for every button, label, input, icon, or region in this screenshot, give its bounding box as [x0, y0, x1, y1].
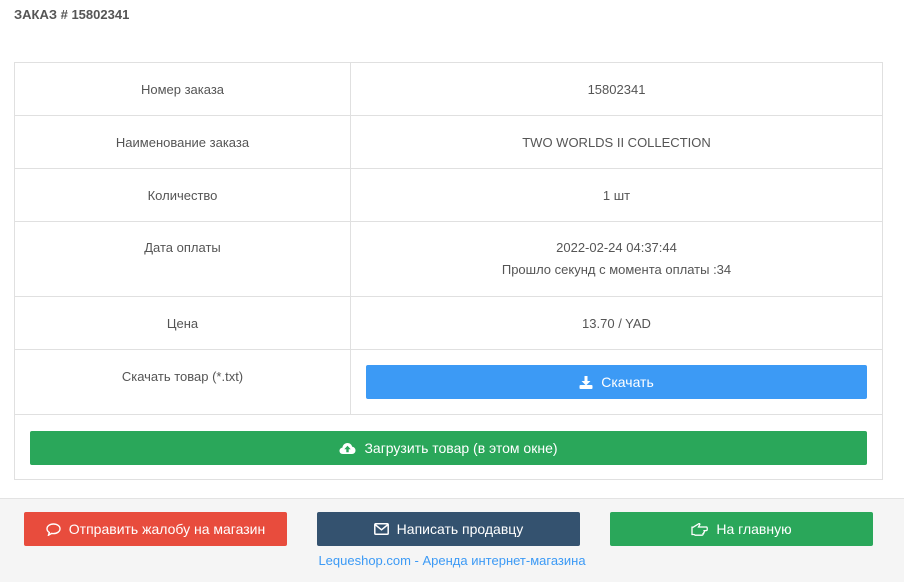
order-name-value: TWO WORLDS II COLLECTION [522, 134, 711, 150]
quantity-value: 1 шт [602, 187, 631, 203]
upload-button[interactable]: Загрузить товар (в этом окне) [30, 431, 867, 465]
download-button-label: Скачать [601, 374, 654, 390]
envelope-icon [373, 523, 389, 535]
order-name-label: Наименование заказа [15, 116, 351, 168]
home-button-label: На главную [716, 521, 792, 537]
payment-date-cell: 2022-02-24 04:37:44 Прошло секунд с моме… [351, 222, 882, 296]
comment-icon [46, 522, 61, 536]
quantity-label: Количество [15, 169, 351, 221]
payment-date-value: 2022-02-24 04:37:44 [556, 240, 677, 255]
lequeshop-link[interactable]: Lequeshop.com - Аренда интернет-магазина [0, 553, 904, 568]
complaint-button[interactable]: Отправить жалобу на магазин [24, 512, 287, 546]
table-row: Цена 13.70 / YAD [15, 297, 882, 350]
order-number-value: 15802341 [587, 81, 646, 97]
message-seller-label: Написать продавцу [396, 521, 524, 537]
upload-row: Загрузить товар (в этом окне) [15, 415, 882, 479]
price-value: 13.70 / YAD [582, 315, 651, 331]
table-row: Количество 1 шт [15, 169, 882, 222]
page-title: ЗАКАЗ # 15802341 [14, 7, 130, 22]
footer-bar: Отправить жалобу на магазин Написать про… [0, 498, 904, 582]
download-icon [579, 375, 593, 389]
table-row: Скачать товар (*.txt) Скачать [15, 350, 882, 415]
price-label: Цена [15, 297, 351, 349]
table-row: Номер заказа 15802341 [15, 63, 882, 116]
message-seller-button[interactable]: Написать продавцу [317, 512, 580, 546]
payment-date-label: Дата оплаты [15, 222, 351, 296]
complaint-button-label: Отправить жалобу на магазин [68, 521, 266, 537]
order-number-label: Номер заказа [15, 63, 351, 115]
order-details-panel: Номер заказа 15802341 Наименование заказ… [14, 62, 883, 480]
upload-button-label: Загрузить товар (в этом окне) [364, 440, 558, 456]
table-row: Дата оплаты 2022-02-24 04:37:44 Прошло с… [15, 222, 882, 297]
hand-pointer-left-icon [691, 522, 709, 536]
table-row: Наименование заказа TWO WORLDS II COLLEC… [15, 116, 882, 169]
home-button[interactable]: На главную [610, 512, 873, 546]
download-cell: Скачать [351, 350, 882, 414]
download-label: Скачать товар (*.txt) [15, 350, 351, 414]
elapsed-seconds-text: Прошло секунд с момента оплаты :34 [501, 262, 732, 277]
download-button[interactable]: Скачать [366, 365, 867, 399]
cloud-upload-icon [339, 442, 356, 455]
